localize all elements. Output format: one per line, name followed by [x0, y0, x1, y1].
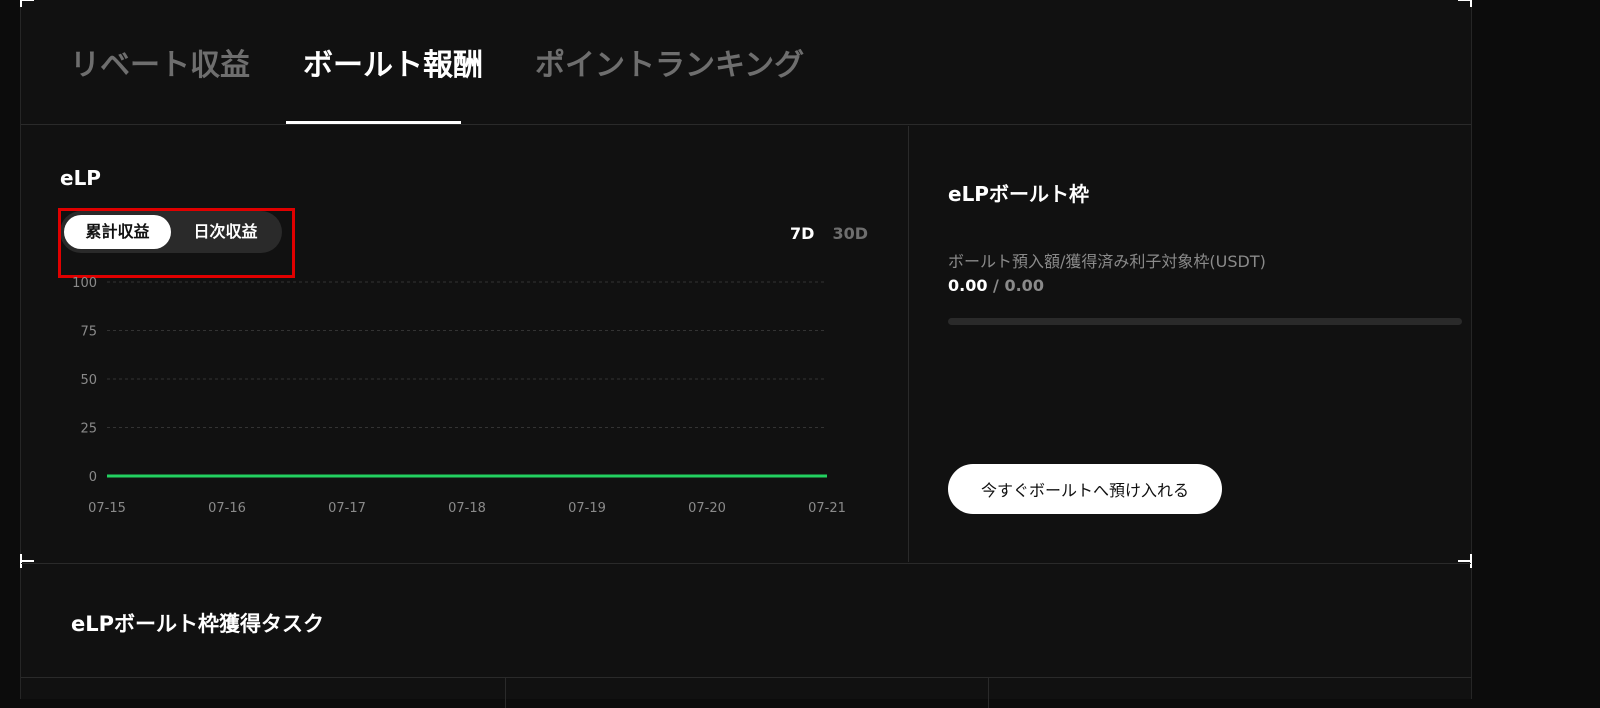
chart-x-tick-label: 07-17	[328, 501, 366, 516]
chart-x-tick-label: 07-16	[208, 501, 246, 516]
vault-value-separator: /	[987, 276, 1005, 295]
toggle-daily-earnings[interactable]: 日次収益	[173, 215, 278, 249]
chart-x-tick-label: 07-20	[688, 501, 726, 516]
vault-progress-bar	[948, 318, 1462, 325]
tab-bar: リベート収益 ボールト報酬 ポイントランキング	[21, 0, 1471, 125]
range-7d-button[interactable]: 7D	[790, 224, 814, 243]
tab-rebate-earnings[interactable]: リベート収益	[70, 40, 250, 84]
chart-y-tick-label: 25	[80, 422, 97, 437]
earnings-panel: eLP 累計収益 日次収益 7D 30D 100 75 50 25 0 07-15 07-1…	[21, 126, 909, 562]
tasks-section: eLPボールト枠獲得タスク	[21, 563, 1471, 708]
toggle-cumulative-earnings[interactable]: 累計収益	[64, 215, 171, 249]
vault-quota-limit: 0.00	[1004, 276, 1044, 295]
tab-point-ranking[interactable]: ポイントランキング	[535, 40, 804, 84]
tab-vault-rewards[interactable]: ボールト報酬	[303, 40, 483, 84]
range-30d-button[interactable]: 30D	[832, 224, 868, 243]
task-card-divider	[505, 678, 506, 708]
chart-x-tick-label: 07-18	[448, 501, 486, 516]
chart-y-tick-label: 0	[89, 470, 97, 485]
chart-y-tick-label: 50	[80, 373, 97, 388]
task-cards-row	[21, 677, 1471, 708]
panel-title: eLP	[60, 166, 101, 190]
tasks-title: eLPボールト枠獲得タスク	[71, 612, 325, 636]
deposit-now-button[interactable]: 今すぐボールトへ預け入れる	[948, 464, 1222, 514]
chart-x-tick-label: 07-15	[88, 501, 126, 516]
active-tab-underline	[286, 121, 461, 124]
chart-x-tick-label: 07-21	[808, 501, 846, 516]
vault-quota-label: ボールト預入額/獲得済み利子対象枠(USDT)	[948, 252, 1266, 271]
vault-title: eLPボールト枠	[948, 182, 1089, 206]
chart-y-tick-label: 100	[72, 276, 97, 291]
task-card-divider	[988, 678, 989, 708]
earnings-chart: 100 75 50 25 0 07-15 07-16 07-17 07-18 07-19 07-20…	[72, 276, 846, 516]
vault-panel: eLPボールト枠 ボールト預入額/獲得済み利子対象枠(USDT) 0.00 / …	[910, 126, 1471, 562]
vault-deposited-amount: 0.00	[948, 276, 988, 295]
earnings-toggle: 累計収益 日次収益	[60, 211, 282, 253]
range-selector: 7D 30D	[790, 224, 868, 243]
chart-y-tick-label: 75	[80, 325, 97, 340]
vault-quota-value: 0.00 / 0.00	[948, 276, 1044, 295]
chart-x-tick-label: 07-19	[568, 501, 606, 516]
